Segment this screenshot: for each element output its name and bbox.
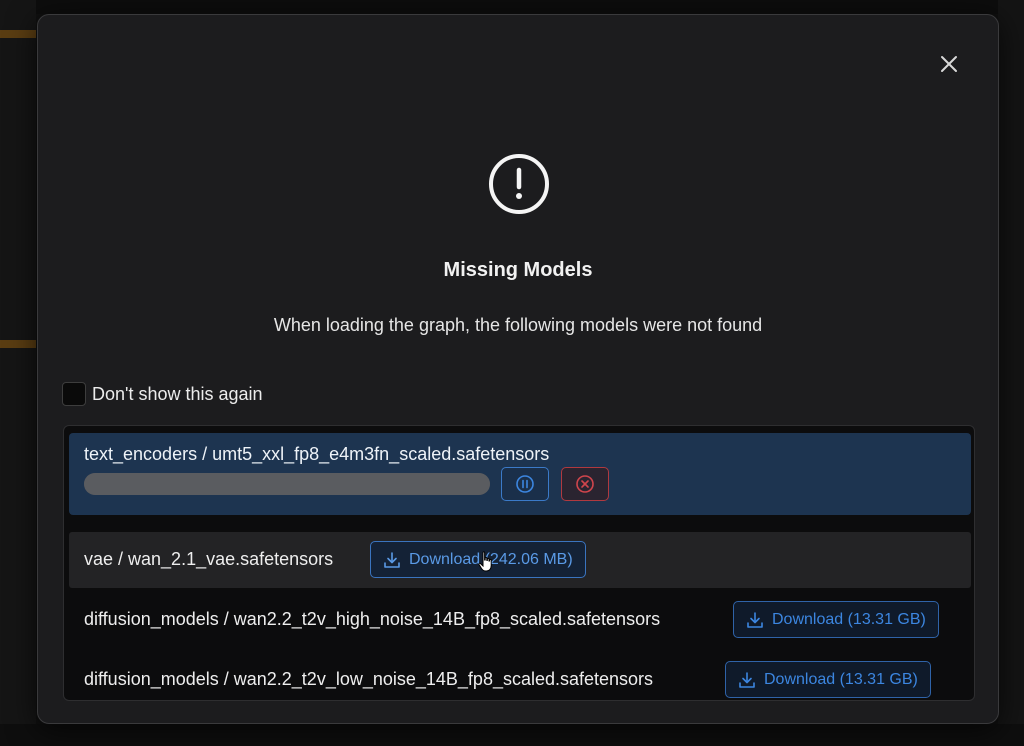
download-icon bbox=[738, 671, 756, 689]
background-top bbox=[0, 0, 1024, 14]
model-row: diffusion_models / wan2.2_t2v_high_noise… bbox=[69, 592, 971, 648]
download-icon bbox=[383, 551, 401, 569]
dialog-title: Missing Models bbox=[443, 259, 593, 281]
pause-icon bbox=[516, 475, 534, 493]
exclamation-circle-icon bbox=[489, 154, 549, 214]
model-label: vae / wan_2.1_vae.safetensors bbox=[84, 549, 334, 569]
background-bottom bbox=[0, 724, 1024, 746]
model-row-downloading: text_encoders / umt5_xxl_fp8_e4m3fn_scal… bbox=[69, 433, 971, 515]
close-icon bbox=[941, 56, 957, 72]
dialog-message: When loading the graph, the following mo… bbox=[273, 315, 763, 335]
pause-download-button[interactable] bbox=[501, 467, 549, 501]
download-progress-bar bbox=[84, 473, 490, 495]
model-row: vae / wan_2.1_vae.safetensors Download (… bbox=[69, 532, 971, 588]
download-progress-fill bbox=[84, 473, 490, 495]
model-label: diffusion_models / wan2.2_t2v_low_noise_… bbox=[84, 669, 654, 689]
download-icon bbox=[746, 611, 764, 629]
missing-models-dialog: Missing Models When loading the graph, t… bbox=[37, 14, 999, 724]
download-button[interactable]: Download (13.31 GB) bbox=[725, 661, 931, 698]
close-button[interactable] bbox=[936, 51, 962, 77]
dont-show-again-option[interactable]: Don't show this again bbox=[62, 381, 263, 407]
model-row: diffusion_models / wan2.2_t2v_low_noise_… bbox=[69, 652, 971, 700]
dont-show-again-checkbox[interactable] bbox=[62, 382, 86, 406]
background-accent-bar bbox=[0, 340, 36, 348]
background-left-panel bbox=[0, 0, 36, 746]
download-label: Download (13.31 GB) bbox=[764, 670, 918, 688]
model-label: diffusion_models / wan2.2_t2v_high_noise… bbox=[84, 609, 661, 629]
background-right-panel bbox=[998, 0, 1024, 746]
download-button[interactable]: Download (13.31 GB) bbox=[733, 601, 939, 638]
mouse-pointer-icon bbox=[478, 551, 492, 572]
missing-models-list: text_encoders / umt5_xxl_fp8_e4m3fn_scal… bbox=[63, 425, 975, 701]
cancel-circle-icon bbox=[576, 475, 594, 493]
cancel-download-button[interactable] bbox=[561, 467, 609, 501]
model-label: text_encoders / umt5_xxl_fp8_e4m3fn_scal… bbox=[84, 444, 550, 464]
dont-show-again-label: Don't show this again bbox=[92, 383, 263, 404]
download-label: Download (13.31 GB) bbox=[772, 610, 926, 628]
background-accent-bar bbox=[0, 30, 36, 38]
